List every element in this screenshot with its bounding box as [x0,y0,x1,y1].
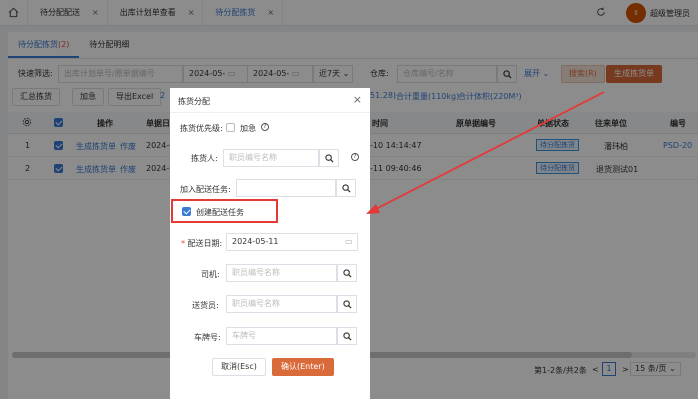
annotation-arrow [366,91,605,214]
